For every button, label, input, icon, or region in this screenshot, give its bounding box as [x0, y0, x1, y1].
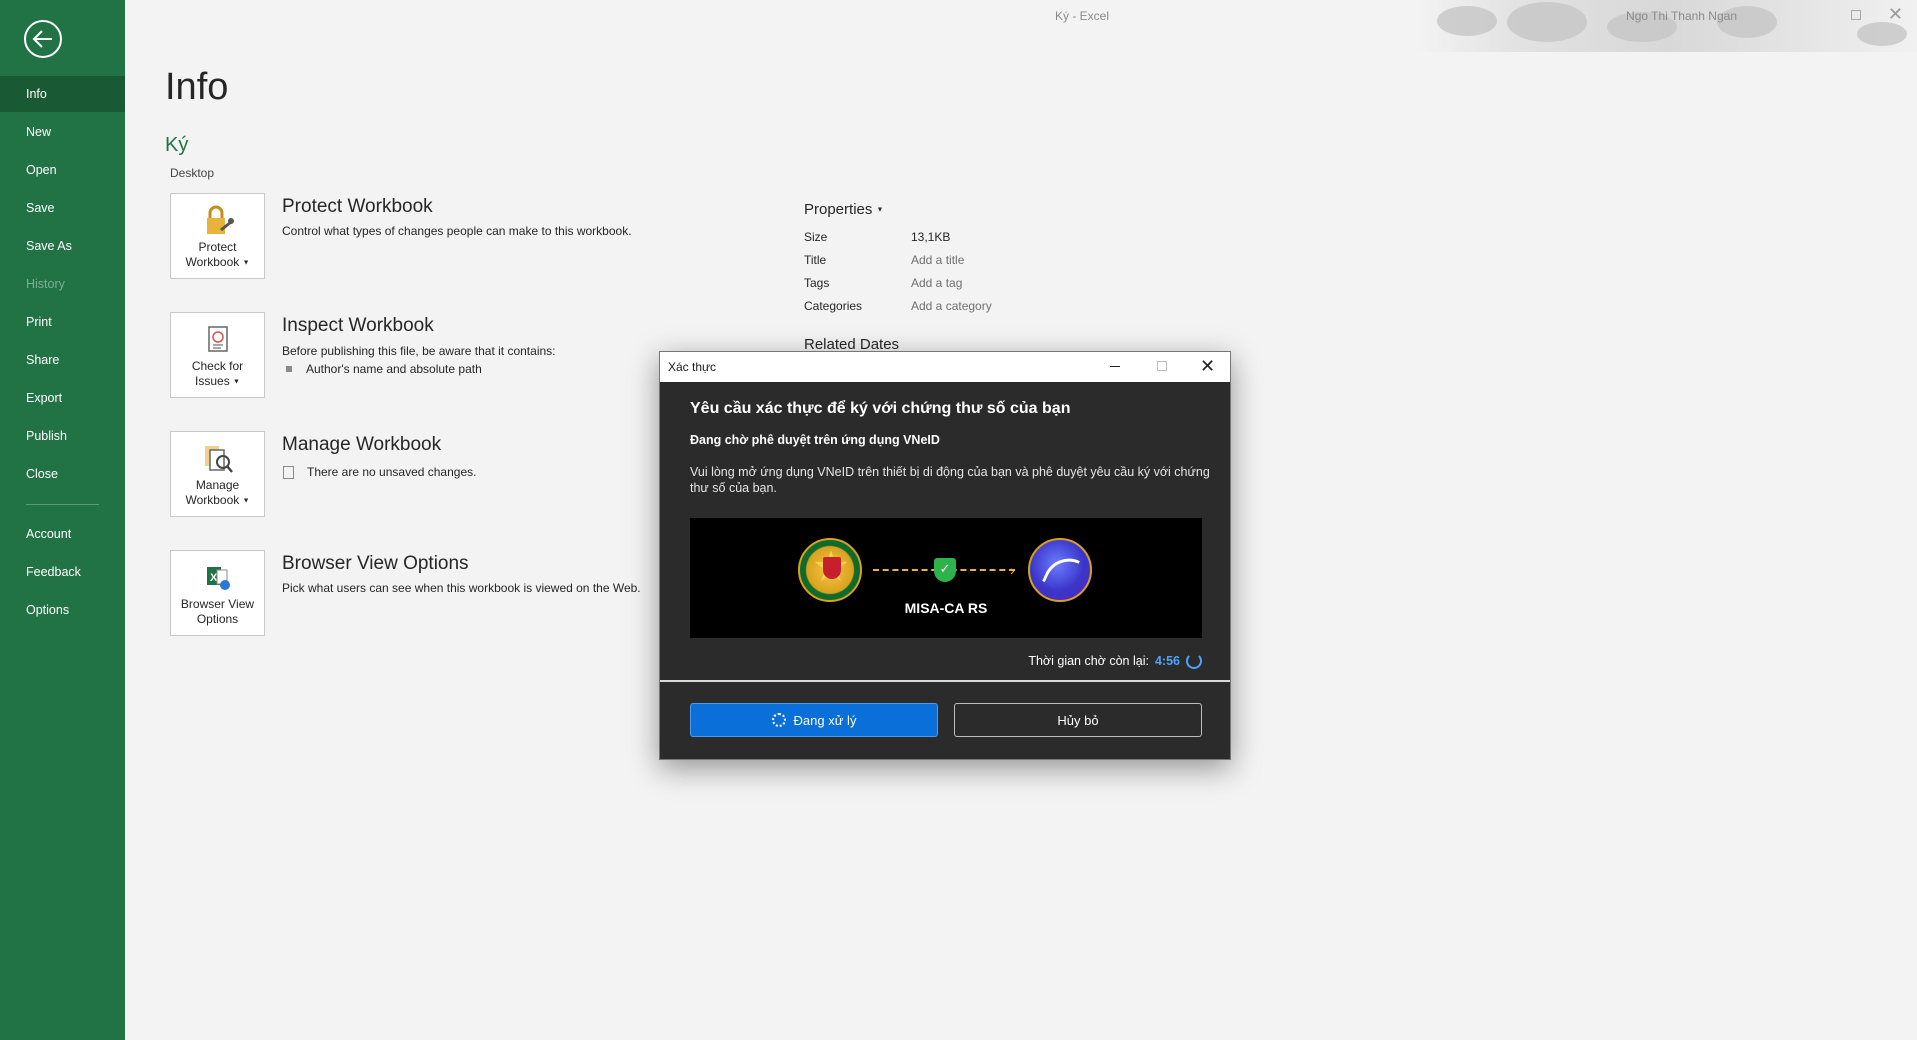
back-arrow-icon[interactable]: [24, 20, 62, 58]
property-key: Size: [804, 230, 828, 244]
inspect-workbook-desc: Before publishing this file, be aware th…: [282, 344, 556, 358]
restore-icon[interactable]: [1851, 10, 1861, 20]
chevron-down-icon: ▼: [876, 206, 884, 214]
manage-workbook-label-2: Workbook: [185, 493, 240, 507]
property-row-title: Title Add a title: [804, 253, 964, 267]
chevron-down-icon: ▼: [242, 259, 250, 267]
timer-value: 4:56: [1154, 654, 1180, 668]
account-user-name[interactable]: Ngo Thi Thanh Ngan: [1626, 9, 1737, 23]
dialog-divider: [660, 680, 1230, 682]
browser-view-options-button[interactable]: X Browser View Options: [170, 550, 265, 636]
sidebar-item-info[interactable]: Info: [0, 76, 125, 112]
window-title: Ký - Excel: [1055, 9, 1110, 23]
refresh-icon[interactable]: [1186, 653, 1202, 669]
spinner-icon: [771, 713, 786, 727]
browser-view-options-desc: Pick what users can see when this workbo…: [282, 581, 641, 595]
backstage-sidebar: Info New Open Save Save As History Print…: [0, 0, 125, 1040]
chevron-down-icon: ▼: [242, 497, 250, 505]
sidebar-item-print[interactable]: Print: [0, 304, 125, 340]
protect-workbook-title: Protect Workbook: [282, 196, 433, 217]
file-location[interactable]: Desktop: [170, 166, 214, 180]
document-icon: [283, 465, 294, 479]
sidebar-item-new[interactable]: New: [0, 114, 125, 150]
vneid-logo-icon: [798, 538, 862, 602]
manage-note: There are no unsaved changes.: [283, 465, 476, 479]
close-icon[interactable]: ✕: [1888, 4, 1903, 25]
inspect-bullet: Author's name and absolute path: [286, 362, 482, 376]
property-row-categories: Categories Add a category: [804, 299, 992, 313]
dialog-message: Vui lòng mở ứng dụng VNeID trên thiết bị…: [690, 465, 1210, 495]
sidebar-item-history: History: [26, 277, 65, 291]
property-tags-input[interactable]: Add a tag: [911, 276, 962, 290]
dialog-subheading: Đang chờ phê duyệt trên ứng dụng VNeID: [690, 433, 940, 447]
property-categories-input[interactable]: Add a category: [911, 299, 992, 313]
dialog-heading: Yêu cầu xác thực để ký với chứng thư số …: [690, 400, 1071, 417]
chevron-down-icon: ▼: [233, 378, 240, 386]
browser-view-options-title: Browser View Options: [282, 553, 469, 574]
check-for-issues-label-2: Issues: [195, 374, 230, 388]
property-row-tags: Tags Add a tag: [804, 276, 962, 290]
timer-row: Thời gian chờ còn lại: 4:56: [690, 653, 1202, 669]
sidebar-item-save-as[interactable]: Save As: [0, 228, 125, 264]
lock-key-icon: [206, 205, 234, 234]
arrow-right-icon: ›: [1010, 562, 1015, 578]
excel-browser-icon: X: [206, 567, 230, 590]
sidebar-divider: [26, 504, 99, 505]
manage-note-text: There are no unsaved changes.: [307, 465, 477, 479]
manage-workbook-title: Manage Workbook: [282, 434, 442, 455]
banner-label: MISA-CA RS: [904, 600, 988, 616]
page-title: Info: [165, 66, 229, 108]
browser-view-options-label-2: Options: [196, 612, 239, 626]
check-for-issues-label-1: Check for: [191, 359, 244, 373]
misa-feather-logo-icon: [1028, 538, 1092, 602]
sidebar-item-close[interactable]: Close: [0, 456, 125, 492]
bullet-icon: [286, 366, 292, 372]
file-name: Ký: [165, 134, 189, 156]
maximize-icon: [1157, 361, 1167, 371]
dialog-title: Xác thực: [668, 360, 717, 374]
sidebar-item-feedback[interactable]: Feedback: [0, 554, 125, 590]
protect-workbook-desc: Control what types of changes people can…: [282, 224, 632, 238]
protect-workbook-button[interactable]: Protect Workbook ▼: [170, 193, 265, 279]
property-title-input[interactable]: Add a title: [911, 253, 964, 267]
sidebar-item-options[interactable]: Options: [0, 592, 125, 628]
properties-header[interactable]: Properties ▼: [804, 201, 883, 218]
check-for-issues-button[interactable]: Check for Issues ▼: [170, 312, 265, 398]
inspect-bullet-text: Author's name and absolute path: [306, 362, 482, 376]
auth-dialog: Xác thực ✕ Yêu cầu xác thực để ký với ch…: [659, 351, 1231, 760]
minimize-icon[interactable]: [1110, 366, 1120, 367]
cancel-button[interactable]: Hủy bỏ: [954, 703, 1202, 737]
shield-check-icon: ✓: [934, 558, 956, 582]
inspect-document-icon: [207, 326, 228, 352]
signing-banner: ✓ › MISA-CA RS: [690, 518, 1202, 638]
sidebar-item-export[interactable]: Export: [0, 380, 125, 416]
close-icon[interactable]: ✕: [1200, 356, 1215, 377]
property-row-size: Size 13,1KB: [804, 230, 950, 244]
browser-view-options-label-1: Browser View: [180, 597, 255, 611]
timer-label: Thời gian chờ còn lại:: [1028, 654, 1149, 668]
sidebar-item-open[interactable]: Open: [0, 152, 125, 188]
title-bar: Ký - Excel Ngo Thi Thanh Ngan ✕: [125, 0, 1917, 52]
header-background-art: [1417, 0, 1917, 52]
property-value: 13,1KB: [911, 230, 951, 244]
manage-document-icon: [204, 446, 233, 473]
sidebar-item-publish[interactable]: Publish: [0, 418, 125, 454]
inspect-workbook-title: Inspect Workbook: [282, 315, 434, 336]
protect-workbook-label-2: Workbook: [185, 255, 240, 269]
manage-workbook-label-1: Manage: [195, 478, 240, 492]
sidebar-item-share[interactable]: Share: [0, 342, 125, 378]
property-key: Categories: [804, 299, 863, 313]
sidebar-item-account[interactable]: Account: [0, 516, 125, 552]
processing-button-label: Đang xử lý: [793, 712, 857, 728]
manage-workbook-button[interactable]: Manage Workbook ▼: [170, 431, 265, 517]
property-key: Tags: [804, 276, 830, 290]
processing-button[interactable]: Đang xử lý: [690, 703, 938, 737]
sidebar-item-save[interactable]: Save: [0, 190, 125, 226]
protect-workbook-label-1: Protect: [198, 240, 237, 254]
property-key: Title: [804, 253, 827, 267]
dialog-title-bar: Xác thực ✕: [660, 352, 1230, 382]
